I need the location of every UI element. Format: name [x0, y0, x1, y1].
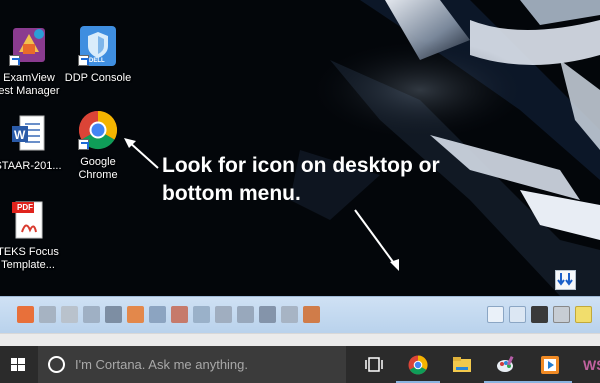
desktop[interactable]: ExamView est Manager DELL DDP Console W … [0, 0, 600, 296]
task-view-icon [365, 357, 383, 372]
chrome-icon [78, 110, 118, 150]
shortcut-arrow-icon [9, 55, 20, 66]
shortcut-arrow-icon [78, 139, 89, 150]
transform-tool-icon[interactable] [237, 306, 254, 323]
sort-arrows-icon[interactable] [555, 270, 576, 290]
cortana-search-box[interactable]: I'm Cortana. Ask me anything. [38, 346, 346, 383]
status-strip [0, 333, 600, 346]
bottom-menu-toolbar [0, 296, 600, 333]
dell-shield-icon: DELL [78, 26, 118, 66]
clipboard-tool-icon[interactable] [105, 306, 122, 323]
export-tool-icon[interactable] [303, 306, 320, 323]
media-player-icon [541, 356, 559, 374]
shapes-tool-icon[interactable] [127, 306, 144, 323]
paint-icon [497, 355, 514, 372]
page-icon[interactable] [487, 306, 504, 323]
taskbar: I'm Cortana. Ask me anything. W [0, 346, 600, 383]
desktop-icon-label: STAAR-201... [0, 160, 62, 172]
cortana-icon [48, 356, 65, 373]
paint-brush-tool-icon[interactable] [17, 306, 34, 323]
pdf-document-icon: PDF [8, 200, 48, 240]
chrome-icon [408, 355, 428, 375]
grid-tool-icon[interactable] [259, 306, 276, 323]
select-tool-icon[interactable] [39, 306, 56, 323]
black-box-icon[interactable] [531, 306, 548, 323]
link-tool-icon[interactable] [193, 306, 210, 323]
desktop-icon-label: Google Chrome [78, 156, 118, 181]
desktop-icon-label: ExamView est Manager [0, 72, 60, 97]
desktop-icon-label: TEKS Focus Template... [0, 246, 59, 271]
svg-text:W: W [14, 128, 26, 142]
start-button[interactable] [0, 346, 38, 383]
file-explorer-icon [453, 357, 471, 372]
image-icon[interactable] [553, 306, 570, 323]
note-icon[interactable] [575, 306, 592, 323]
pdf-badge: PDF [17, 203, 33, 212]
stamp-tool-icon[interactable] [171, 306, 188, 323]
word-document-icon: W [8, 114, 48, 154]
layers-tool-icon[interactable] [149, 306, 166, 323]
taskbar-media-player[interactable] [528, 346, 572, 383]
taskbar-overflow-label[interactable]: WS [583, 357, 600, 373]
examview-icon [9, 26, 49, 66]
task-view-button[interactable] [352, 346, 396, 383]
desktop-icon-label: DDP Console [64, 72, 132, 84]
page-list-icon[interactable] [509, 306, 526, 323]
instruction-annotation: Look for icon on desktop or bottom menu. [162, 154, 440, 205]
copy-tool-icon[interactable] [83, 306, 100, 323]
document-tool-icon[interactable] [281, 306, 298, 323]
taskbar-file-explorer[interactable] [440, 346, 484, 383]
scissors-tool-icon[interactable] [61, 306, 78, 323]
crop-tool-icon[interactable] [215, 306, 232, 323]
windows-logo-icon [11, 358, 25, 371]
search-placeholder: I'm Cortana. Ask me anything. [75, 357, 249, 372]
taskbar-chrome[interactable] [396, 346, 440, 383]
dell-badge: DELL [89, 58, 105, 64]
taskbar-paint[interactable] [484, 346, 528, 383]
shortcut-arrow-icon [78, 55, 89, 66]
